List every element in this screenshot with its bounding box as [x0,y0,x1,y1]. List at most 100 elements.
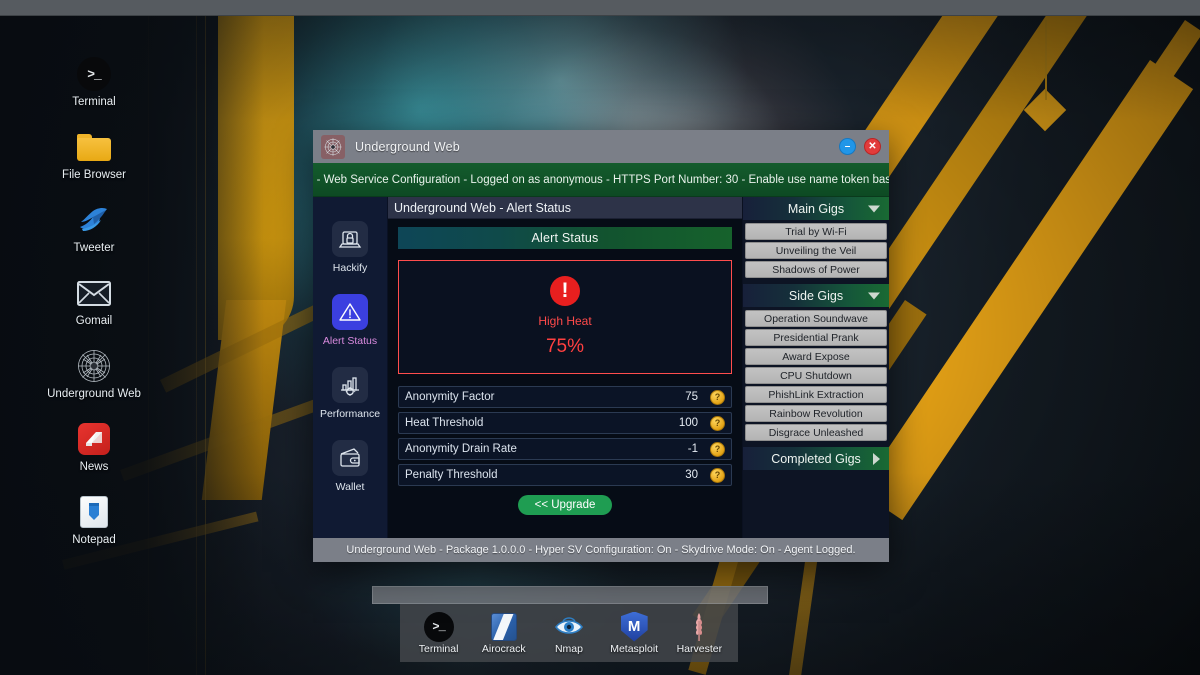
wheat-icon [684,612,714,642]
info-coin-icon[interactable]: ? [710,467,725,483]
gig-item[interactable]: Disgrace Unleashed [745,424,887,441]
alert-card: ! High Heat 75% [398,260,732,374]
gig-item[interactable]: Unveiling the Veil [745,242,887,259]
gig-item[interactable]: CPU Shutdown [745,367,887,384]
stat-name: Anonymity Factor [405,391,495,403]
section-header-alert-status: Alert Status [398,227,732,249]
desktop-icon-gomail[interactable]: Gomail [52,275,136,328]
gig-item[interactable]: PhishLink Extraction [745,386,887,403]
gig-group-header-main-gigs[interactable]: Main Gigs [743,197,889,220]
gig-item[interactable]: Presidential Prank [745,329,887,346]
gig-item[interactable]: Trial by Wi-Fi [745,223,887,240]
window-body: Hackify Alert Status Performance Wallet … [313,197,889,538]
news-icon [76,421,112,457]
info-coin-icon[interactable]: ? [710,441,725,457]
underground-web-window: Underground Web – ✕ b - Web Service Conf… [313,130,889,562]
sidebar-item-label: Alert Status [322,335,378,347]
alert-status-label: High Heat [538,314,592,328]
terminal-icon: >_ [423,611,454,642]
desktop-icon-terminal[interactable]: >_ Terminal [52,56,136,109]
alert-percent-value: 75% [545,336,585,357]
wallet-icon [332,440,368,476]
sidebar-item-label: Hackify [332,262,368,274]
config-strip-text: b - Web Service Configuration - Logged o… [313,173,889,186]
gigs-panel: Main Gigs Trial by Wi-Fi Unveiling the V… [742,197,889,538]
alert-status-panel: Alert Status ! High Heat 75% Anonymity F… [388,219,742,538]
notepad-icon [76,494,112,530]
gig-group-title: Completed Gigs [771,451,861,466]
desktop-icon-underground-web[interactable]: Underground Web [47,348,141,401]
dock-item-nmap[interactable]: Nmap [537,612,601,655]
gig-group-header-side-gigs[interactable]: Side Gigs [743,284,889,307]
dock-item-label: Airocrack [481,642,526,655]
window-icon-spider-web-icon [321,134,345,159]
stat-name: Anonymity Drain Rate [405,443,517,455]
eye-icon [554,612,584,642]
desktop-icon-tweeter[interactable]: Tweeter [52,202,136,255]
desktop-icon-grid: >_ Terminal File Browser Tweeter Gomail [47,56,141,567]
system-top-bar [0,0,1200,16]
desktop-icon-label: Tweeter [73,242,115,254]
bar-chart-gear-icon [332,367,368,403]
desktop-icon-label: Gomail [75,315,113,327]
window-status-bar: Underground Web - Package 1.0.0.0 - Hype… [313,538,889,562]
desktop-icon-label: File Browser [62,169,126,181]
window-title: Underground Web [355,139,460,154]
gig-item[interactable]: Operation Soundwave [745,310,887,327]
sidebar-item-label: Wallet [335,481,365,493]
bird-icon [76,202,112,238]
web-service-config-strip: b - Web Service Configuration - Logged o… [313,163,889,197]
dock-item-label: Harvester [676,642,723,655]
dock-item-airocrack[interactable]: Airocrack [472,612,536,655]
sidebar-item-performance[interactable]: Performance [313,367,388,420]
stat-value: 100 [678,417,698,429]
stat-value: 75 [685,391,698,403]
chevron-right-icon [873,452,880,465]
dock-item-label: Terminal [418,642,459,655]
desktop-icon-file-browser[interactable]: File Browser [52,129,136,182]
info-coin-icon[interactable]: ? [710,389,725,405]
info-coin-icon[interactable]: ? [710,415,725,431]
status-bar-text: Underground Web - Package 1.0.0.0 - Hype… [346,544,856,556]
window-title-bar[interactable]: Underground Web – ✕ [313,130,889,163]
lock-laptop-icon [332,221,368,257]
gig-group-title: Main Gigs [787,201,845,216]
desktop-icon-label: Terminal [72,96,116,108]
sidebar-item-alert-status[interactable]: Alert Status [313,294,388,347]
stat-value: -1 [687,443,698,455]
main-content: Underground Web - Alert Status Alert Sta… [388,197,742,538]
gig-item[interactable]: Shadows of Power [745,261,887,278]
shield-m-icon: M [619,611,649,642]
sidebar-item-hackify[interactable]: Hackify [313,221,388,274]
dock-item-terminal[interactable]: >_ Terminal [407,611,471,655]
upgrade-button[interactable]: << Upgrade [517,495,613,515]
close-button[interactable]: ✕ [864,138,881,155]
desktop-icon-label: News [79,461,109,473]
gig-group-header-completed-gigs[interactable]: Completed Gigs [743,447,889,470]
chevron-down-icon [868,292,880,299]
dock-item-harvester[interactable]: Harvester [667,612,731,655]
airocrack-icon [489,612,519,642]
desktop-icon-label: Underground Web [47,388,141,400]
window-controls: – ✕ [839,130,881,163]
upgrade-row: << Upgrade [398,495,732,515]
stat-row-anonymity-drain-rate: Anonymity Drain Rate -1 ? [398,438,732,460]
stat-row-anonymity-factor: Anonymity Factor 75 ? [398,386,732,408]
desktop-icon-notepad[interactable]: Notepad [52,494,136,547]
desktop-icon-news[interactable]: News [52,421,136,474]
dock-item-metasploit[interactable]: M Metasploit [602,611,666,655]
stat-row-penalty-threshold: Penalty Threshold 30 ? [398,464,732,486]
sidebar-item-wallet[interactable]: Wallet [313,440,388,493]
folder-icon [76,129,112,165]
desktop-icon-label: Notepad [72,534,116,546]
gig-item[interactable]: Rainbow Revolution [745,405,887,422]
sidebar-item-label: Performance [319,408,381,420]
dock-item-label: Nmap [554,642,583,655]
warning-triangle-icon [332,294,368,330]
minimize-button[interactable]: – [839,138,856,155]
alert-exclamation-icon: ! [550,276,580,306]
gig-item[interactable]: Award Expose [745,348,887,365]
envelope-icon [76,275,112,311]
stat-name: Heat Threshold [405,417,484,429]
app-dock: >_ Terminal Airocrack Nmap M Metasploit [400,604,738,662]
